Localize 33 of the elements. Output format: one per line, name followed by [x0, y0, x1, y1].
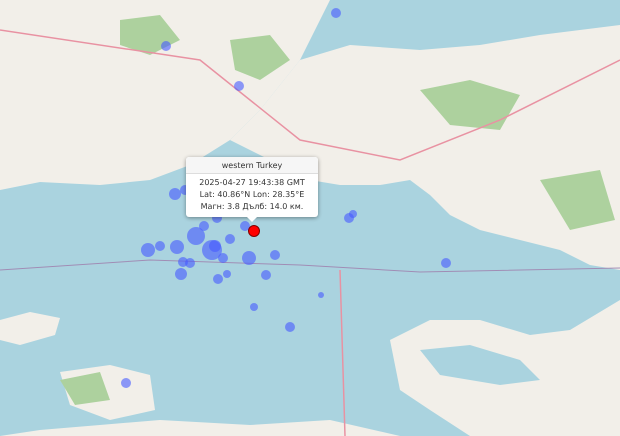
earthquake-marker[interactable] [318, 292, 324, 298]
earthquake-marker[interactable] [270, 250, 280, 260]
earthquake-marker[interactable] [213, 274, 223, 284]
earthquake-marker[interactable] [169, 188, 181, 200]
earthquake-marker[interactable] [141, 243, 155, 257]
earthquake-marker[interactable] [209, 240, 221, 252]
popup-text: Lat: 40.86°N Lon: 28.35°E [198, 189, 306, 201]
earthquake-marker[interactable] [349, 210, 357, 218]
earthquake-marker[interactable] [175, 268, 187, 280]
earthquake-marker[interactable] [441, 258, 451, 268]
earthquake-marker[interactable] [261, 270, 271, 280]
earthquake-marker[interactable] [250, 303, 258, 311]
earthquake-marker[interactable] [331, 8, 341, 18]
earthquake-marker[interactable] [178, 257, 188, 267]
earthquake-marker[interactable] [242, 251, 256, 265]
earthquake-marker[interactable] [225, 234, 235, 244]
earthquake-marker[interactable] [187, 227, 205, 245]
earthquake-marker[interactable] [185, 258, 195, 268]
earthquake-marker[interactable] [240, 221, 250, 231]
earthquake-marker[interactable] [199, 221, 209, 231]
earthquake-marker[interactable] [344, 213, 354, 223]
earthquake-marker[interactable] [234, 81, 244, 91]
earthquake-marker[interactable] [155, 241, 165, 251]
earthquake-marker[interactable] [285, 322, 295, 332]
popup-text: Магн: 3.8 Дълб: 14.0 км. [200, 201, 304, 213]
earthquake-marker[interactable] [223, 270, 231, 278]
earthquake-marker[interactable] [202, 240, 222, 260]
earthquake-marker[interactable] [170, 240, 184, 254]
earthquake-marker[interactable] [161, 41, 171, 51]
earthquake-marker[interactable] [121, 378, 131, 388]
earthquake-marker[interactable] [218, 253, 228, 263]
popup-title: western Turkey [186, 157, 318, 174]
popup-text: 2025-04-27 19:43:38 GMT [198, 177, 306, 189]
